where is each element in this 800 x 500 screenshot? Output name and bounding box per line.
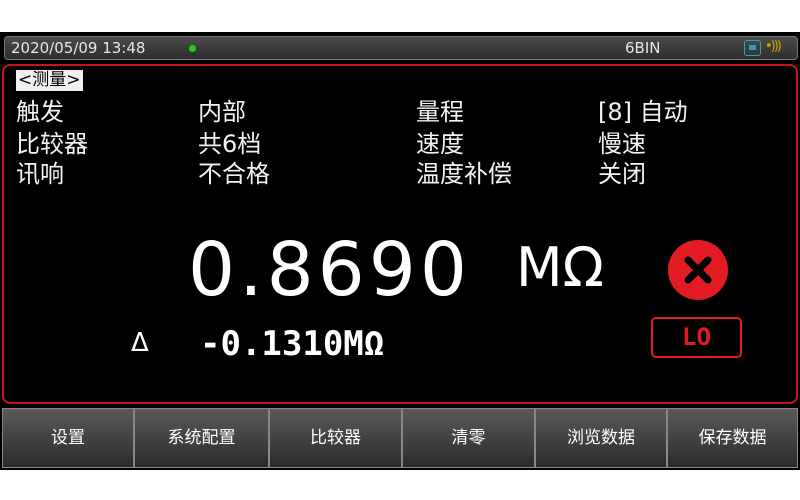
status-dot-icon (189, 45, 196, 52)
browse-data-button[interactable]: 浏览数据 (535, 408, 667, 468)
settings-button[interactable]: 设置 (2, 408, 134, 468)
status-bar: 2020/05/09 13:48 6BIN •))) (4, 36, 798, 60)
comparator-label: 比较器 (16, 130, 88, 158)
result-badge: LO (651, 317, 742, 358)
usb-icon (744, 40, 761, 56)
speed-label: 速度 (416, 130, 464, 158)
trigger-label: 触发 (16, 98, 64, 126)
measurement-unit: MΩ (516, 236, 604, 299)
system-config-button[interactable]: 系统配置 (134, 408, 269, 468)
delta-icon: Δ (131, 328, 149, 358)
range-label: 量程 (416, 98, 464, 126)
speed-value: 慢速 (598, 130, 646, 158)
bin-indicator: 6BIN (625, 39, 661, 57)
beep-value: 不合格 (198, 160, 270, 188)
softkey-bar: 设置 系统配置 比较器 清零 浏览数据 保存数据 (2, 408, 800, 468)
fail-icon (668, 240, 728, 300)
mode-tag: <测量> (16, 70, 83, 91)
measurement-value: 0.8690 (188, 227, 471, 313)
comparator-button[interactable]: 比较器 (269, 408, 402, 468)
zero-button[interactable]: 清零 (402, 408, 535, 468)
datetime-display: 2020/05/09 13:48 (11, 39, 146, 57)
beep-label: 讯响 (16, 160, 64, 188)
range-value: [8] 自动 (598, 98, 688, 126)
temp-comp-value: 关闭 (598, 160, 646, 188)
save-data-button[interactable]: 保存数据 (667, 408, 798, 468)
deviation-value: -0.1310MΩ (200, 324, 385, 364)
signal-icon: •))) (765, 39, 782, 54)
comparator-value: 共6档 (198, 130, 262, 158)
trigger-value: 内部 (198, 98, 246, 126)
temp-comp-label: 温度补偿 (416, 160, 512, 188)
